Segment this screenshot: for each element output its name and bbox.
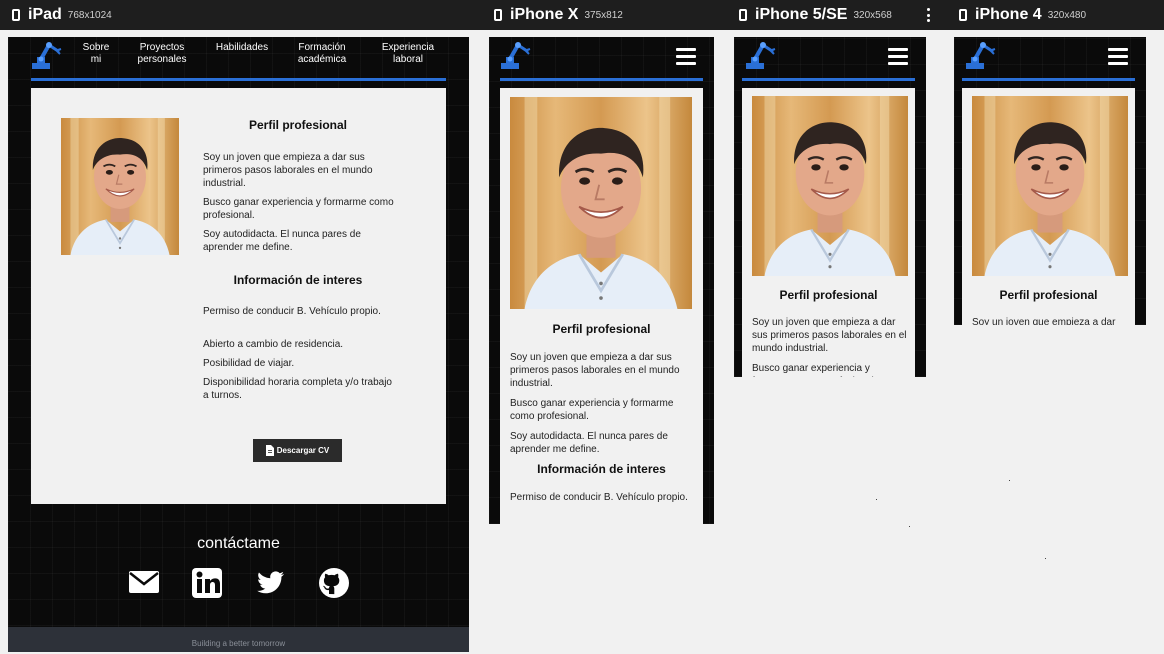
nav-links: Sobre mi Proyectos personales Habilidades … xyxy=(76,42,448,66)
mobile-device-icon xyxy=(494,9,502,21)
profile-paragraph: Soy un joven que empieza a dar sus prime… xyxy=(972,317,1116,325)
device-size: 320x568 xyxy=(853,9,892,21)
iphone-x-viewport: Perfil profesional Soy un joven que empi… xyxy=(489,37,714,524)
linkedin-icon[interactable] xyxy=(191,567,223,599)
profile-paragraph: Soy autodidacta. El nunca pares de apren… xyxy=(510,431,668,455)
profile-title: Perfil profesional xyxy=(999,288,1098,302)
footer: Building a better tomorrow xyxy=(8,627,469,652)
hamburger-menu-icon[interactable] xyxy=(1108,48,1128,65)
nav-underline xyxy=(31,78,446,81)
hamburger-menu-icon[interactable] xyxy=(676,48,696,65)
nav-underline xyxy=(742,78,915,81)
profile-paragraph: Soy autodidacta. El nunca pares de apren… xyxy=(203,229,361,253)
iphone-5-viewport: Perfil profesional Soy un joven que empi… xyxy=(734,37,926,377)
robot-arm-logo-icon[interactable] xyxy=(964,39,996,71)
interest-item: Permiso de conducir B. Vehículo propio. xyxy=(510,492,688,503)
navbar: Sobre mi Proyectos personales Habilidades … xyxy=(8,37,469,79)
profile-title: Perfil profesional xyxy=(552,322,651,336)
nav-link-proyectos[interactable]: Proyectos personales xyxy=(116,42,208,66)
interest-item: Abierto a cambio de residencia. xyxy=(203,339,344,350)
device-size: 320x480 xyxy=(1047,9,1087,21)
mobile-device-icon xyxy=(739,9,747,21)
profile-title: Perfil profesional xyxy=(779,288,878,302)
robot-arm-logo-icon[interactable] xyxy=(499,39,531,71)
profile-photo xyxy=(510,97,692,309)
profile-paragraph: Soy un joven que empieza a dar sus prime… xyxy=(752,317,907,354)
profile-paragraph: Soy un joven que empieza a dar sus prime… xyxy=(203,152,373,189)
nav-link-habilidades[interactable]: Habilidades xyxy=(208,42,276,66)
iphone-4-viewport: Perfil profesional Soy un joven que empi… xyxy=(954,37,1146,325)
contact-title: contáctame xyxy=(197,535,280,552)
profile-paragraph: Busco ganar experiencia y formarme como … xyxy=(752,363,877,377)
robot-arm-logo-icon[interactable] xyxy=(30,39,62,71)
profile-paragraph: Busco ganar experiencia y formarme como … xyxy=(203,197,394,221)
nav-underline xyxy=(500,78,703,81)
device-iphone-4-tab[interactable]: iPhone 4 320x480 xyxy=(959,0,1086,30)
profile-title: Perfil profesional xyxy=(248,118,348,132)
download-cv-label: Descargar CV xyxy=(276,446,330,455)
device-name: iPad xyxy=(28,6,62,23)
device-iphone-5-tab[interactable]: iPhone 5/SE 320x568 xyxy=(739,0,892,30)
github-icon[interactable] xyxy=(318,567,350,599)
hamburger-menu-icon[interactable] xyxy=(888,48,908,65)
file-icon xyxy=(265,445,274,456)
device-iphone-x-tab[interactable]: iPhone X 375x812 xyxy=(494,0,623,30)
background-speck xyxy=(1045,558,1046,559)
device-size: 768x1024 xyxy=(67,9,112,21)
profile-paragraph: Soy un joven que empieza a dar sus prime… xyxy=(510,352,680,389)
profile-card: Perfil profesional Soy un joven que empi… xyxy=(500,88,703,524)
interest-item: Posibilidad de viajar. xyxy=(203,358,295,369)
profile-card: Perfil profesional Soy un joven que empi… xyxy=(962,88,1135,325)
profile-card: Perfil profesional Soy un joven que empi… xyxy=(31,88,446,504)
nav-underline xyxy=(962,78,1135,81)
download-cv-button[interactable]: Descargar CV xyxy=(253,439,342,462)
device-name: iPhone 5/SE xyxy=(755,6,848,23)
profile-photo xyxy=(752,96,908,276)
twitter-icon[interactable] xyxy=(254,567,286,599)
device-name: iPhone 4 xyxy=(975,6,1042,23)
ipad-viewport: Sobre mi Proyectos personales Habilidades … xyxy=(8,37,469,652)
interest-item: Disponibilidad horaria completa y/o trab… xyxy=(203,377,392,401)
robot-arm-logo-icon[interactable] xyxy=(744,39,776,71)
background-speck xyxy=(1009,480,1010,481)
interests-title: Información de interes xyxy=(537,462,666,476)
profile-photo xyxy=(972,96,1128,276)
nav-link-experiencia[interactable]: Experiencia laboral xyxy=(368,42,448,66)
profile-paragraph: Busco ganar experiencia y formarme como … xyxy=(510,398,674,422)
email-icon[interactable] xyxy=(128,567,160,599)
device-ipad-tab[interactable]: iPad 768x1024 xyxy=(12,0,112,30)
profile-photo xyxy=(61,118,179,255)
interests-title: Información de interes xyxy=(233,273,363,287)
interest-item: Permiso de conducir B. Vehículo propio. xyxy=(203,306,381,317)
mobile-device-icon xyxy=(959,9,967,21)
mobile-device-icon xyxy=(12,9,20,21)
device-size: 375x812 xyxy=(584,9,623,21)
nav-link-sobre-mi[interactable]: Sobre mi xyxy=(76,42,116,66)
profile-card: Perfil profesional Soy un joven que empi… xyxy=(742,88,915,377)
background-speck xyxy=(909,526,910,527)
device-toolbar: iPad 768x1024 iPhone X 375x812 iPhone 5/… xyxy=(0,0,1164,30)
nav-link-formacion[interactable]: Formación académica xyxy=(276,42,368,66)
device-name: iPhone X xyxy=(510,6,579,23)
more-options-icon[interactable] xyxy=(926,8,930,22)
background-speck xyxy=(876,499,877,500)
